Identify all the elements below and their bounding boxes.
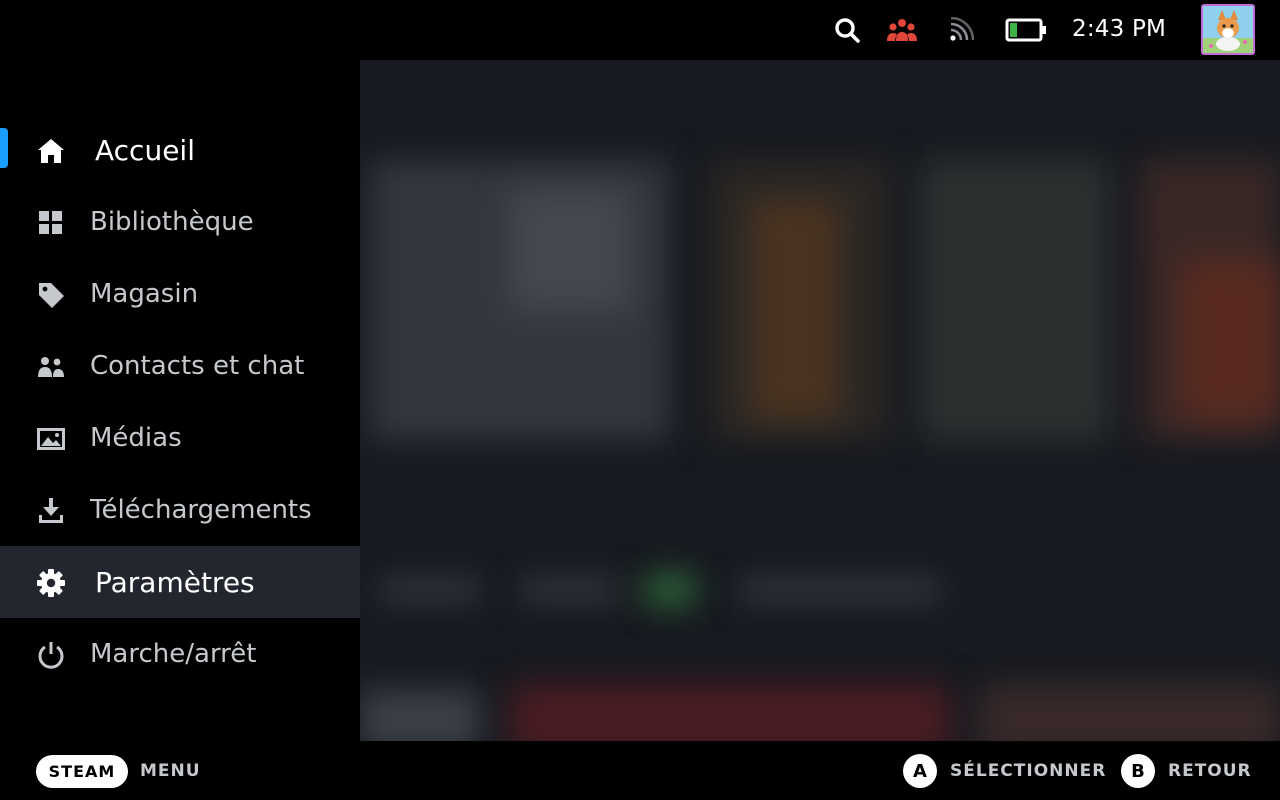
store-tag-icon <box>36 280 66 310</box>
battery-level-fill <box>1010 23 1017 37</box>
clock: 2:43 PM <box>1072 16 1167 42</box>
status-bar: 2:43 PM <box>0 0 1280 60</box>
menu-item-label: Téléchargements <box>90 495 312 525</box>
library-icon <box>36 208 66 238</box>
home-icon <box>36 136 66 166</box>
menu-item-label: Paramètres <box>95 565 255 599</box>
menu-item-parametres[interactable]: Paramètres <box>0 546 360 618</box>
menu-item-medias[interactable]: Médias <box>0 402 360 474</box>
bottom-bar: STEAM MENU A SÉLECTIONNER B RETOUR <box>0 741 1280 800</box>
battery-icon[interactable] <box>1004 14 1048 46</box>
back-hint-label: RETOUR <box>1168 761 1252 781</box>
gear-icon <box>36 568 66 598</box>
friends-icon[interactable] <box>887 14 917 46</box>
menu-item-bibliotheque[interactable]: Bibliothèque <box>0 186 360 258</box>
avatar[interactable] <box>1201 4 1255 55</box>
menu-item-telechargements[interactable]: Téléchargements <box>0 474 360 546</box>
search-icon[interactable] <box>832 14 862 46</box>
menu-item-label: Contacts et chat <box>90 351 305 381</box>
menu-item-label: Magasin <box>90 279 199 309</box>
menu-item-label: Bibliothèque <box>90 207 254 237</box>
wifi-icon[interactable] <box>946 14 976 46</box>
menu-item-label: Accueil <box>95 133 195 167</box>
home-backdrop <box>360 60 1280 741</box>
menu-item-magasin[interactable]: Magasin <box>0 258 360 330</box>
select-hint-label: SÉLECTIONNER <box>950 761 1107 781</box>
menu-item-contacts[interactable]: Contacts et chat <box>0 330 360 402</box>
main-menu: Accueil Bibliothèque Magasin Contacts et… <box>0 60 360 741</box>
media-icon <box>36 424 66 454</box>
menu-item-label: Médias <box>90 423 182 453</box>
a-button-icon[interactable]: A <box>903 754 937 788</box>
download-icon <box>36 496 66 526</box>
menu-item-label: Marche/arrêt <box>90 639 257 669</box>
power-icon <box>36 640 66 670</box>
friends-icon <box>36 352 66 382</box>
menu-item-accueil[interactable]: Accueil <box>0 114 360 186</box>
menu-item-marche-arret[interactable]: Marche/arrêt <box>0 618 360 690</box>
steam-button[interactable]: STEAM <box>36 755 128 788</box>
menu-hint-label: MENU <box>140 761 201 781</box>
b-button-icon[interactable]: B <box>1121 754 1155 788</box>
